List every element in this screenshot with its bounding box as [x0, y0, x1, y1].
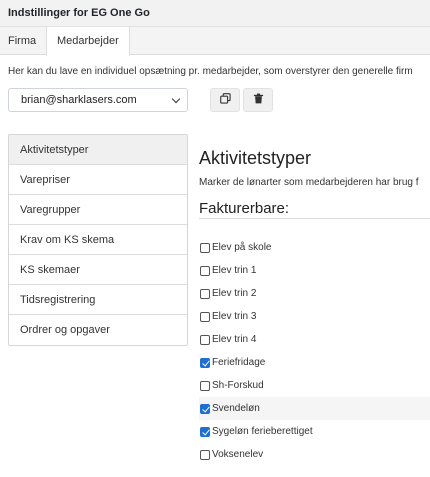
checkbox[interactable]	[200, 380, 210, 391]
checkbox[interactable]	[200, 311, 210, 322]
checkbox-label: Elev trin 3	[212, 311, 257, 322]
sidebar-item-tidsregistrering[interactable]: Tidsregistrering	[9, 285, 187, 315]
checkbox[interactable]	[200, 242, 210, 253]
checkbox[interactable]	[200, 265, 210, 276]
sidebar-item-varegrupper[interactable]: Varegrupper	[9, 195, 187, 225]
section-divider	[199, 218, 430, 219]
section-description: Marker de lønarter som medarbejderen har…	[199, 177, 419, 188]
copy-icon	[219, 91, 231, 109]
checkbox-label: Voksenelev	[212, 449, 264, 460]
section-heading: Fakturerbare:	[199, 200, 290, 217]
checkbox-label: Sh-Forskud	[212, 380, 264, 391]
checkbox[interactable]	[200, 426, 210, 437]
employee-select-value: brian@sharklasers.com	[21, 94, 137, 106]
checkbox-row[interactable]: Feriefridage	[199, 351, 430, 374]
checkbox-label: Sygeløn ferieberettiget	[212, 426, 313, 437]
checkbox-label: Elev trin 1	[212, 265, 257, 276]
page-title: Aktivitetstyper	[199, 148, 312, 168]
settings-sidebar: Aktivitetstyper Varepriser Varegrupper K…	[8, 134, 188, 346]
chevron-down-icon	[171, 94, 181, 104]
checkbox-row[interactable]: Elev trin 4	[199, 328, 430, 351]
window-title: Indstillinger for EG One Go	[0, 0, 430, 27]
activity-checkbox-list: Elev på skole Elev trin 1 Elev trin 2 El…	[199, 236, 430, 466]
copy-button[interactable]	[210, 88, 240, 112]
checkbox-row[interactable]: Sygeløn ferieberettiget	[199, 420, 430, 443]
sidebar-item-varepriser[interactable]: Varepriser	[9, 165, 187, 195]
tab-firma[interactable]: Firma	[0, 27, 44, 55]
checkbox-row[interactable]: Svendeløn	[199, 397, 430, 420]
checkbox-row[interactable]: Sh-Forskud	[199, 374, 430, 397]
checkbox-row[interactable]: Elev trin 2	[199, 282, 430, 305]
checkbox[interactable]	[200, 288, 210, 299]
checkbox-label: Elev trin 4	[212, 334, 257, 345]
sidebar-item-ks-skemaer[interactable]: KS skemaer	[9, 255, 187, 285]
checkbox-label: Elev på skole	[212, 242, 272, 253]
page-description: Her kan du lave en individuel opsætning …	[8, 66, 413, 77]
trash-icon	[253, 91, 264, 109]
sidebar-item-ordrer-og-opgaver[interactable]: Ordrer og opgaver	[9, 315, 187, 345]
sidebar-item-aktivitetstyper[interactable]: Aktivitetstyper	[9, 135, 187, 165]
checkbox-label: Elev trin 2	[212, 288, 257, 299]
tab-medarbejder[interactable]: Medarbejder	[46, 27, 130, 56]
checkbox[interactable]	[200, 334, 210, 345]
checkbox-row[interactable]: Elev trin 1	[199, 259, 430, 282]
checkbox[interactable]	[200, 357, 210, 368]
tab-bar: Firma Medarbejder	[0, 27, 430, 56]
delete-button[interactable]	[243, 88, 273, 112]
checkbox[interactable]	[200, 403, 210, 414]
checkbox-label: Feriefridage	[212, 357, 266, 368]
checkbox-label: Svendeløn	[212, 403, 260, 414]
checkbox[interactable]	[200, 449, 210, 460]
checkbox-row[interactable]: Elev på skole	[199, 236, 430, 259]
sidebar-item-krav-om-ks-skema[interactable]: Krav om KS skema	[9, 225, 187, 255]
checkbox-row[interactable]: Elev trin 3	[199, 305, 430, 328]
employee-select[interactable]: brian@sharklasers.com	[8, 88, 188, 112]
checkbox-row[interactable]: Voksenelev	[199, 443, 430, 466]
